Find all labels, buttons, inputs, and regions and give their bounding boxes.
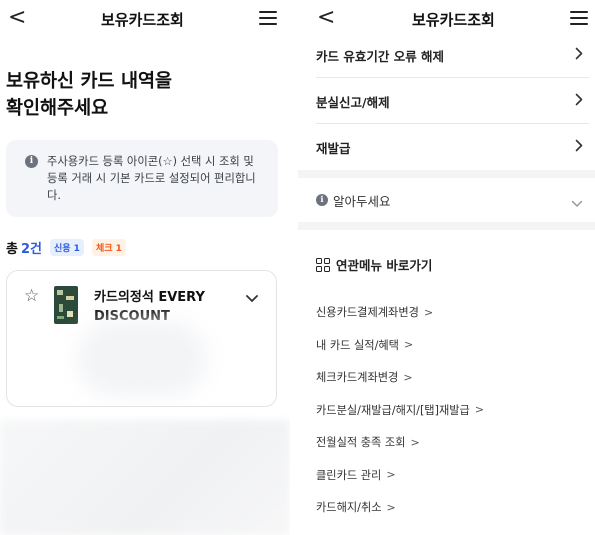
blurred-area	[0, 420, 290, 535]
link-prev-month-performance[interactable]: 전월실적 충족 조회 >	[316, 426, 484, 459]
chevron-right-icon	[575, 45, 583, 64]
check-badge[interactable]: 체크 1	[91, 238, 126, 256]
link-label: 전월실적 충족 조회	[316, 436, 406, 450]
page-title: 보유카드조회	[412, 11, 495, 29]
menu-icon[interactable]	[259, 11, 277, 25]
link-label: 체크카드계좌변경	[316, 371, 399, 385]
heading-line-1: 보유하신 카드 내역을	[6, 71, 173, 92]
star-icon[interactable]: ☆	[24, 286, 39, 306]
back-icon[interactable]: <	[317, 6, 335, 30]
arrow-right-icon: >	[474, 403, 485, 417]
grid-icon	[316, 257, 330, 272]
info-icon: i	[25, 155, 38, 168]
total-label: 총	[6, 241, 18, 257]
row-card-expiry-error[interactable]: 카드 유효기간 오류 해제	[316, 32, 589, 78]
chevron-down-icon	[571, 193, 583, 212]
row-label: 재발급	[316, 141, 351, 156]
card-count-row: 총 2건 신용 1 체크 1	[6, 238, 126, 257]
card-item[interactable]: ☆ 카드의정석 EVERY DISCOUNT	[6, 270, 277, 407]
row-reissue[interactable]: 재발급	[316, 124, 589, 170]
info-icon: i	[316, 194, 328, 206]
chevron-right-icon	[575, 91, 583, 110]
link-check-account-change[interactable]: 체크카드계좌변경 >	[316, 361, 484, 394]
notice-accordion[interactable]: i 알아두세요	[316, 182, 589, 216]
page-title: 보유카드조회	[101, 11, 184, 29]
link-card-cancel[interactable]: 카드해지/취소 >	[316, 491, 484, 524]
row-label: 카드 유효기간 오류 해제	[316, 49, 445, 64]
link-label: 내 카드 실적/혜택	[316, 338, 399, 352]
chevron-right-icon	[575, 137, 583, 156]
heading: 보유하신 카드 내역을 확인해주세요	[6, 68, 172, 122]
header: < 보유카드조회	[0, 0, 290, 38]
back-icon[interactable]: <	[8, 6, 26, 30]
accordion-label: 알아두세요	[333, 194, 391, 209]
link-my-card-benefits[interactable]: 내 카드 실적/혜택 >	[316, 329, 484, 362]
related-menu-title: 연관메뉴 바로가기	[316, 255, 432, 274]
link-credit-account-change[interactable]: 신용카드결제계좌변경 >	[316, 296, 484, 329]
notice-text: 주사용카드 등록 아이콘(☆) 선택 시 조회 및 등록 거래 시 기본 카드로…	[47, 155, 256, 202]
related-links: 신용카드결제계좌변경 > 내 카드 실적/혜택 > 체크카드계좌변경 > 카드분실/재…	[316, 296, 484, 524]
row-label: 분실신고/해제	[316, 95, 390, 110]
divider	[298, 222, 595, 230]
row-loss-report[interactable]: 분실신고/해제	[316, 78, 589, 124]
link-label: 카드분실/재발급/해지/[탭]재발급	[316, 403, 470, 417]
arrow-right-icon: >	[423, 305, 434, 319]
right-screen: < 보유카드조회 카드 유효기간 오류 해제 분실신고/해제 재발급 i 알아두…	[298, 0, 595, 535]
total-count: 2건	[20, 241, 42, 257]
link-clean-card[interactable]: 클린카드 관리 >	[316, 459, 484, 492]
card-image	[54, 286, 78, 324]
arrow-right-icon: >	[386, 468, 396, 482]
notice-box: i 주사용카드 등록 아이콘(☆) 선택 시 조회 및 등록 거래 시 기본 카…	[6, 140, 278, 217]
menu-icon[interactable]	[570, 11, 588, 25]
left-screen: < 보유카드조회 보유하신 카드 내역을 확인해주세요 i 주사용카드 등록 아…	[0, 0, 290, 535]
arrow-right-icon: >	[386, 500, 396, 514]
chevron-down-icon[interactable]	[245, 289, 259, 308]
credit-badge[interactable]: 신용 1	[49, 238, 84, 256]
divider	[298, 170, 595, 178]
arrow-right-icon: >	[410, 435, 420, 449]
related-title-text: 연관메뉴 바로가기	[336, 258, 433, 273]
link-card-loss-reissue[interactable]: 카드분실/재발급/해지/[탭]재발급 >	[316, 394, 484, 427]
arrow-right-icon: >	[403, 370, 413, 384]
link-label: 카드해지/취소	[316, 501, 382, 515]
arrow-right-icon: >	[403, 338, 414, 352]
blurred-area	[77, 321, 207, 396]
link-label: 신용카드결제계좌변경	[316, 306, 419, 320]
link-label: 클린카드 관리	[316, 468, 382, 482]
heading-line-2: 확인해주세요	[6, 98, 109, 119]
